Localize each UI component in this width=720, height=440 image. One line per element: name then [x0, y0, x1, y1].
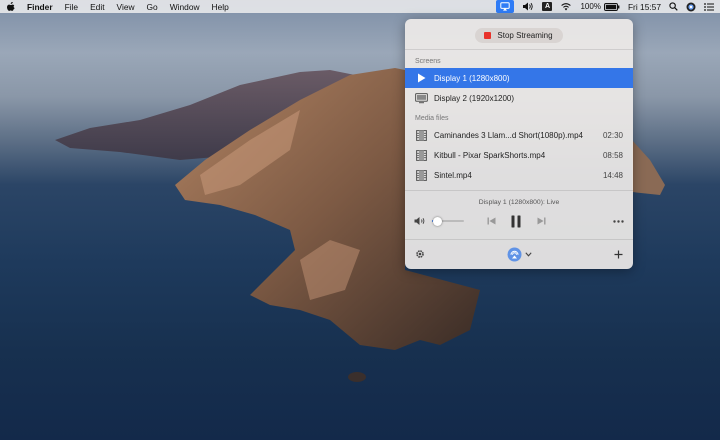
- chevron-down-icon: [525, 251, 532, 257]
- menu-go[interactable]: Go: [147, 2, 158, 12]
- menu-extras: A 100% Fri 15:57: [488, 0, 714, 13]
- media-item-label: Kitbull - Pixar SparkShorts.mp4: [434, 150, 546, 160]
- stop-row: Stop Streaming: [405, 19, 633, 49]
- volume-mute-icon[interactable]: [414, 216, 426, 226]
- battery-icon[interactable]: [603, 2, 620, 11]
- media-item[interactable]: Caminandes 3 Llam...d Short(1080p).mp4 0…: [405, 125, 633, 145]
- clock[interactable]: Fri 15:57: [628, 2, 661, 12]
- stop-streaming-button[interactable]: Stop Streaming: [475, 27, 563, 43]
- monitor-icon: [415, 92, 428, 104]
- streaming-popover: Stop Streaming Screens Display 1 (1280x8…: [405, 19, 633, 269]
- media-item-label: Caminandes 3 Llam...d Short(1080p).mp4: [434, 130, 583, 140]
- volume-slider[interactable]: [432, 216, 464, 226]
- previous-icon[interactable]: [486, 216, 496, 226]
- stop-icon: [484, 31, 492, 39]
- volume-knob[interactable]: [433, 216, 443, 226]
- plus-icon[interactable]: [614, 250, 623, 259]
- input-source-icon[interactable]: A: [542, 2, 553, 11]
- screens-section-label: Screens: [415, 57, 441, 65]
- control-list-icon[interactable]: [704, 2, 714, 11]
- search-icon[interactable]: [669, 2, 678, 11]
- wifi-icon[interactable]: [560, 2, 572, 11]
- transport-controls: [486, 214, 546, 228]
- stop-streaming-label: Stop Streaming: [497, 30, 553, 40]
- user-icon[interactable]: [686, 2, 696, 12]
- menu-edit[interactable]: Edit: [90, 2, 104, 12]
- media-item-duration: 14:48: [602, 170, 623, 180]
- airplay-device-selector[interactable]: [507, 247, 532, 262]
- film-icon: [415, 169, 428, 181]
- film-icon: [415, 149, 428, 161]
- menu-help[interactable]: Help: [212, 2, 229, 12]
- airplay-status-icon[interactable]: [496, 0, 515, 13]
- media-item-duration: 08:58: [602, 150, 623, 160]
- menu-app-name[interactable]: Finder: [27, 2, 53, 12]
- battery-percent: 100%: [580, 2, 601, 11]
- screen-item-label: Display 2 (1920x1200): [434, 93, 515, 103]
- media-section-label: Media files: [415, 114, 449, 122]
- playback-controls: [405, 210, 633, 232]
- menu-bar: Finder File Edit View Go Window Help A 1…: [0, 0, 720, 13]
- media-item-label: Sintel.mp4: [434, 170, 472, 180]
- play-icon: [415, 72, 428, 84]
- pause-icon[interactable]: [508, 214, 524, 228]
- film-icon: [415, 129, 428, 141]
- menu-view[interactable]: View: [117, 2, 135, 12]
- media-item-duration: 02:30: [602, 130, 623, 140]
- streaming-status: Display 1 (1280x800): Live: [478, 199, 560, 206]
- apple-icon[interactable]: [6, 1, 15, 12]
- media-item[interactable]: Kitbull - Pixar SparkShorts.mp4 08:58: [405, 145, 633, 165]
- media-item[interactable]: Sintel.mp4 14:48: [405, 165, 633, 185]
- more-options-icon[interactable]: [613, 219, 624, 223]
- popover-footer: [405, 240, 633, 268]
- divider: [405, 49, 633, 50]
- divider: [405, 190, 633, 191]
- volume-icon[interactable]: [522, 2, 534, 11]
- menu-file[interactable]: File: [65, 2, 79, 12]
- airplay-device-icon: [507, 247, 522, 262]
- screen-item-display-2[interactable]: Display 2 (1920x1200): [405, 88, 633, 108]
- settings-icon[interactable]: [415, 249, 425, 259]
- screen-item-display-1[interactable]: Display 1 (1280x800): [405, 68, 633, 88]
- next-icon[interactable]: [536, 216, 546, 226]
- screen-item-label: Display 1 (1280x800): [434, 73, 510, 83]
- menu-window[interactable]: Window: [170, 2, 200, 12]
